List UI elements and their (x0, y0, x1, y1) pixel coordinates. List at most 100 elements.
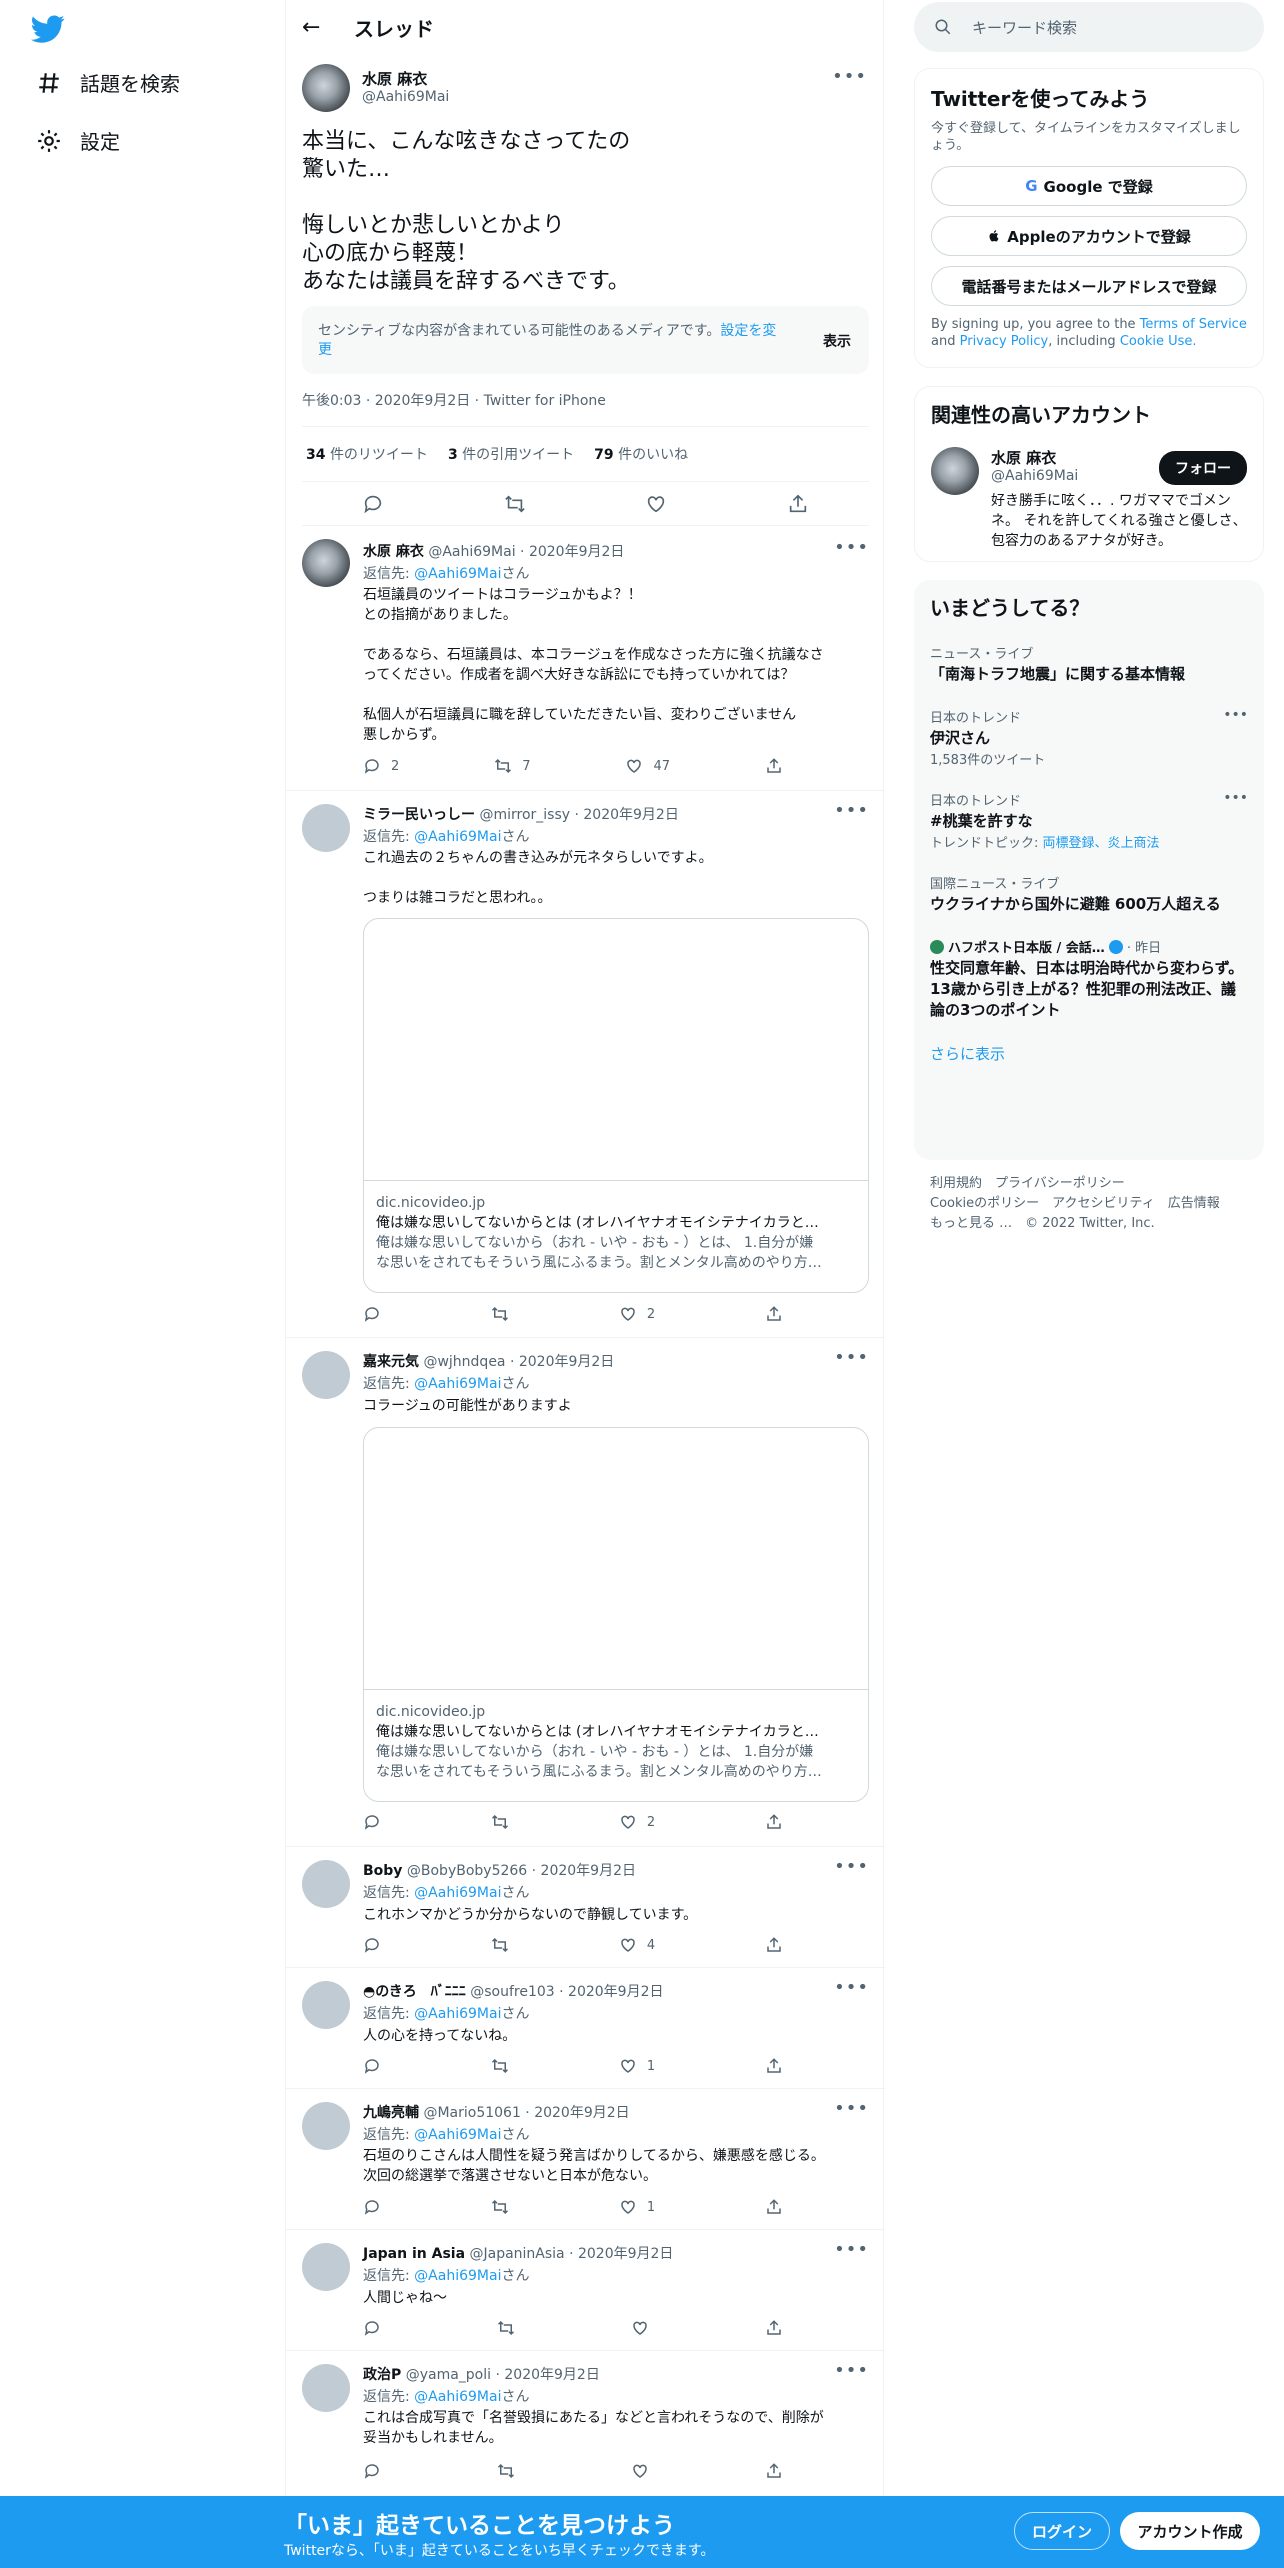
reply-to-handle[interactable]: @Aahi69Mai (414, 829, 501, 845)
quote-stat[interactable]: 3 件の引用ツイート (448, 444, 574, 464)
retweet-button[interactable] (491, 1305, 509, 1323)
avatar[interactable] (931, 447, 979, 495)
related-handle[interactable]: @Aahi69Mai (991, 468, 1078, 484)
link-card[interactable]: dic.nicovideo.jp 俺は嫌な思いしてないからとは (オレハイヤナオ… (363, 1427, 869, 1802)
reply-author-name[interactable]: 政治P (363, 2367, 401, 2383)
reply-to-handle[interactable]: @Aahi69Mai (414, 1885, 501, 1901)
more-icon[interactable]: ••• (834, 2360, 869, 2381)
footer-links[interactable]: 利用規約 プライバシーポリシー (930, 1174, 1220, 1194)
reply-button[interactable] (363, 1936, 381, 1954)
search-input[interactable]: キーワード検索 (914, 2, 1264, 52)
avatar[interactable] (302, 1981, 350, 2029)
reply-tweet[interactable]: Boby @BobyBoby5266 · 2020年9月2日 ••• 返信先: … (286, 1848, 885, 1968)
reply-to-handle[interactable]: @Aahi69Mai (414, 2389, 501, 2405)
reply-tweet[interactable]: 水原 麻衣 @Aahi69Mai · 2020年9月2日 ••• 返信先: @A… (286, 527, 885, 791)
reply-to-handle[interactable]: @Aahi69Mai (414, 2127, 501, 2143)
author-name[interactable]: 水原 麻衣 (362, 68, 427, 89)
retweet-button[interactable] (491, 2198, 509, 2216)
follow-button[interactable]: フォロー (1159, 451, 1247, 485)
more-icon[interactable]: ••• (834, 1977, 869, 1998)
reply-author-name[interactable]: 九嶋亮輔 (363, 2105, 419, 2121)
retweet-button[interactable] (491, 2057, 509, 2075)
more-icon[interactable]: ••• (834, 1347, 869, 1368)
nav-explore[interactable]: 話題を検索 (36, 68, 180, 97)
nav-settings[interactable]: 設定 (36, 126, 120, 155)
like-button[interactable] (631, 2462, 649, 2480)
like-button[interactable]: 4 (619, 1936, 655, 1954)
like-button[interactable]: 2 (619, 1305, 655, 1323)
back-arrow-icon[interactable]: ← (302, 15, 342, 40)
avatar[interactable] (302, 1351, 350, 1399)
reply-to-handle[interactable]: @Aahi69Mai (414, 2006, 501, 2022)
share-button[interactable] (765, 1813, 783, 1831)
cookie-link[interactable]: Cookie Use. (1120, 334, 1197, 349)
reply-icon[interactable] (362, 493, 384, 515)
like-button[interactable]: 2 (619, 1813, 655, 1831)
reply-author-name[interactable]: Japan in Asia (363, 2246, 465, 2262)
reply-to-handle[interactable]: @Aahi69Mai (414, 2268, 501, 2284)
trend-topic-links[interactable]: 両標登録、炎上商法 (1043, 836, 1160, 851)
reply-meta[interactable]: @soufre103 · 2020年9月2日 (470, 1984, 663, 2000)
reply-author-name[interactable]: 水原 麻衣 (363, 544, 424, 560)
like-button[interactable]: 1 (619, 2198, 655, 2216)
avatar[interactable] (302, 539, 350, 587)
reply-button[interactable] (363, 2057, 381, 2075)
author-handle[interactable]: @Aahi69Mai (362, 89, 449, 105)
reply-meta[interactable]: @Aahi69Mai · 2020年9月2日 (428, 544, 624, 560)
reply-button[interactable] (363, 2319, 381, 2337)
trend-item[interactable]: ハフポスト日本版 / 会話… · 昨日 性交同意年齢、日本は明治時代から変わらず… (930, 937, 1248, 1021)
footer-links[interactable]: もっと見る … © 2022 Twitter, Inc. (930, 1214, 1220, 1234)
more-icon[interactable]: ••• (834, 537, 869, 558)
reply-button[interactable] (363, 1813, 381, 1831)
more-icon[interactable]: ••• (834, 1856, 869, 1877)
twitter-logo-icon[interactable] (30, 12, 66, 46)
reply-tweet[interactable]: ミラー民いっしー @mirror_issy · 2020年9月2日 ••• 返信… (286, 792, 885, 1338)
tweet-timestamp[interactable]: 午後0:03 · 2020年9月2日 · Twitter for iPhone (302, 390, 606, 410)
reply-tweet[interactable]: Japan in Asia @JapaninAsia · 2020年9月2日 •… (286, 2231, 885, 2351)
google-signup-button[interactable]: G Google で登録 (931, 166, 1247, 206)
reply-button[interactable]: 2 (363, 757, 399, 775)
more-icon[interactable]: ••• (1223, 790, 1248, 806)
related-name[interactable]: 水原 麻衣 (991, 447, 1056, 468)
privacy-link[interactable]: Privacy Policy (960, 334, 1049, 349)
avatar[interactable] (302, 2102, 350, 2150)
share-button[interactable] (765, 2057, 783, 2075)
more-icon[interactable]: ••• (834, 2239, 869, 2260)
share-icon[interactable] (787, 493, 809, 515)
like-button[interactable]: 1 (619, 2057, 655, 2075)
link-card[interactable]: dic.nicovideo.jp 俺は嫌な思いしてないからとは (オレハイヤナオ… (363, 918, 869, 1293)
show-button[interactable]: 表示 (823, 331, 851, 351)
more-icon[interactable]: ••• (832, 66, 867, 87)
retweet-button[interactable] (491, 1936, 509, 1954)
reply-button[interactable] (363, 2462, 381, 2480)
retweet-button[interactable] (497, 2462, 515, 2480)
reply-button[interactable] (363, 1305, 381, 1323)
trend-item[interactable]: 日本のトレンド ••• 伊沢さん 1,583件のツイート (930, 707, 1248, 768)
reply-tweet[interactable]: ◓のきろ ﾊﾞﾆﾆﾆ @soufre103 · 2020年9月2日 ••• 返信… (286, 1969, 885, 2089)
retweet-stat[interactable]: 34 件のリツイート (306, 444, 428, 464)
trend-item[interactable]: ニュース・ライブ 「南海トラフ地震」に関する基本情報 (930, 643, 1248, 685)
phone-signup-button[interactable]: 電話番号またはメールアドレスで登録 (931, 266, 1247, 306)
signup-button[interactable]: アカウント作成 (1120, 2512, 1260, 2550)
retweet-button[interactable] (491, 1813, 509, 1831)
login-button[interactable]: ログイン (1014, 2512, 1110, 2550)
reply-to-handle[interactable]: @Aahi69Mai (414, 1376, 501, 1392)
tos-link[interactable]: Terms of Service (1140, 317, 1247, 332)
share-button[interactable] (765, 2319, 783, 2337)
reply-button[interactable] (363, 2198, 381, 2216)
reply-to-handle[interactable]: @Aahi69Mai (414, 566, 501, 582)
reply-meta[interactable]: @yama_poli · 2020年9月2日 (406, 2367, 600, 2383)
reply-tweet[interactable]: 政治P @yama_poli · 2020年9月2日 ••• 返信先: @Aah… (286, 2352, 885, 2492)
like-stat[interactable]: 79 件のいいね (594, 444, 688, 464)
reply-meta[interactable]: @wjhndqea · 2020年9月2日 (423, 1354, 614, 1370)
reply-tweet[interactable]: 嘉来元気 @wjhndqea · 2020年9月2日 ••• 返信先: @Aah… (286, 1339, 885, 1847)
footer-links[interactable]: Cookieのポリシー アクセシビリティ 広告情報 (930, 1194, 1220, 1214)
more-icon[interactable]: ••• (834, 800, 869, 821)
retweet-button[interactable]: 7 (494, 757, 531, 775)
show-more-link[interactable]: さらに表示 (930, 1043, 1248, 1064)
avatar[interactable] (302, 1860, 350, 1908)
reply-author-name[interactable]: 嘉来元気 (363, 1354, 419, 1370)
reply-meta[interactable]: @mirror_issy · 2020年9月2日 (479, 807, 678, 823)
trend-item[interactable]: 日本のトレンド ••• #桃葉を許すな トレンドトピック: 両標登録、炎上商法 (930, 790, 1248, 851)
like-button[interactable]: 47 (625, 757, 670, 775)
